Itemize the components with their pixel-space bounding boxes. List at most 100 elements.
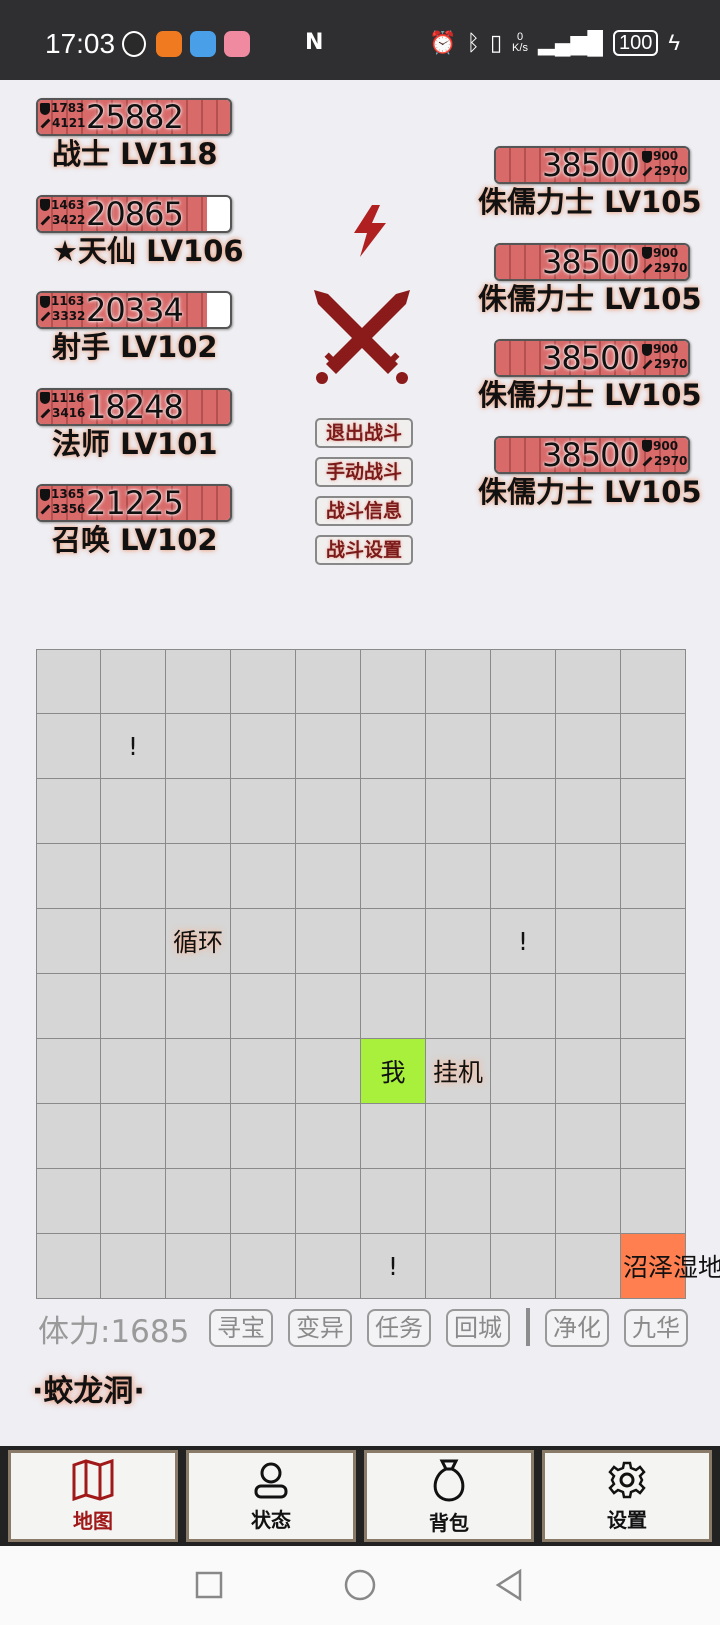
map-cell[interactable]: ! — [361, 1234, 426, 1299]
map-cell[interactable] — [426, 649, 491, 714]
map-cell[interactable] — [36, 974, 101, 1039]
treasure-hunt-button[interactable]: 寻宝 — [209, 1309, 273, 1347]
map-cell[interactable] — [426, 909, 491, 974]
map-cell[interactable] — [361, 844, 426, 909]
map-cell[interactable] — [621, 974, 686, 1039]
tab-bag[interactable]: 背包 — [364, 1450, 534, 1542]
map-cell[interactable] — [296, 909, 361, 974]
map-cell[interactable] — [361, 714, 426, 779]
map-cell[interactable] — [36, 909, 101, 974]
map-cell[interactable] — [621, 844, 686, 909]
map-cell[interactable] — [621, 1104, 686, 1169]
back-icon[interactable] — [494, 1568, 524, 1602]
map-cell[interactable] — [361, 974, 426, 1039]
purify-button[interactable]: 净化 — [545, 1309, 609, 1347]
map-cell[interactable] — [556, 1104, 621, 1169]
map-cell[interactable] — [491, 1039, 556, 1104]
map-cell[interactable] — [296, 1169, 361, 1234]
battle-info-button[interactable]: 战斗信息 — [315, 496, 413, 526]
map-cell[interactable] — [426, 1104, 491, 1169]
map-cell[interactable] — [426, 779, 491, 844]
map-cell[interactable] — [491, 779, 556, 844]
map-cell[interactable] — [231, 1169, 296, 1234]
map-cell[interactable] — [231, 779, 296, 844]
map-cell[interactable] — [101, 779, 166, 844]
map-cell[interactable] — [426, 974, 491, 1039]
map-cell[interactable] — [361, 1169, 426, 1234]
tab-map[interactable]: 地图 — [8, 1450, 178, 1542]
map-cell[interactable] — [166, 779, 231, 844]
manual-battle-button[interactable]: 手动战斗 — [315, 457, 413, 487]
map-cell[interactable] — [296, 1039, 361, 1104]
map-cell[interactable] — [101, 844, 166, 909]
map-cell[interactable] — [621, 779, 686, 844]
map-cell[interactable] — [296, 714, 361, 779]
map-cell[interactable] — [361, 649, 426, 714]
map-cell[interactable] — [231, 1234, 296, 1299]
map-cell[interactable] — [361, 1104, 426, 1169]
map-cell[interactable] — [231, 1104, 296, 1169]
map-cell[interactable] — [36, 1104, 101, 1169]
map-cell[interactable] — [101, 1169, 166, 1234]
map-cell[interactable] — [166, 1169, 231, 1234]
tab-settings[interactable]: 设置 — [542, 1450, 712, 1542]
map-cell[interactable] — [491, 714, 556, 779]
map-cell[interactable] — [621, 909, 686, 974]
map-cell[interactable] — [166, 974, 231, 1039]
map-cell[interactable] — [101, 649, 166, 714]
map-cell[interactable]: ! — [101, 714, 166, 779]
mutation-button[interactable]: 变异 — [288, 1309, 352, 1347]
recents-icon[interactable] — [194, 1570, 224, 1600]
map-cell[interactable] — [166, 1234, 231, 1299]
map-cell[interactable] — [231, 844, 296, 909]
map-cell[interactable] — [36, 1169, 101, 1234]
map-cell[interactable] — [101, 909, 166, 974]
jiuhua-button[interactable]: 九华 — [624, 1309, 688, 1347]
map-cell[interactable] — [36, 1234, 101, 1299]
map-cell[interactable] — [556, 844, 621, 909]
map-cell[interactable] — [556, 1169, 621, 1234]
map-cell[interactable] — [621, 1169, 686, 1234]
map-cell[interactable] — [296, 779, 361, 844]
map-cell[interactable] — [491, 1104, 556, 1169]
map-cell[interactable] — [101, 1234, 166, 1299]
map-cell[interactable]: 我 — [361, 1039, 426, 1104]
map-cell[interactable]: ! — [491, 909, 556, 974]
map-cell[interactable] — [101, 1039, 166, 1104]
map-cell[interactable]: 挂机 — [426, 1039, 491, 1104]
map-cell[interactable] — [36, 714, 101, 779]
map-cell[interactable] — [101, 1104, 166, 1169]
map-cell[interactable] — [556, 779, 621, 844]
exit-battle-button[interactable]: 退出战斗 — [315, 418, 413, 448]
map-cell[interactable] — [231, 714, 296, 779]
map-cell[interactable] — [231, 974, 296, 1039]
map-cell[interactable] — [231, 1039, 296, 1104]
map-cell[interactable] — [426, 1234, 491, 1299]
map-cell[interactable] — [296, 844, 361, 909]
map-cell[interactable] — [36, 779, 101, 844]
map-cell[interactable] — [426, 1169, 491, 1234]
map-cell[interactable]: 沼泽湿地 — [621, 1234, 720, 1299]
map-cell[interactable] — [426, 844, 491, 909]
map-cell[interactable] — [166, 844, 231, 909]
map-cell[interactable] — [361, 779, 426, 844]
home-icon[interactable] — [343, 1568, 377, 1602]
map-cell[interactable] — [36, 844, 101, 909]
map-cell[interactable] — [491, 649, 556, 714]
map-cell[interactable] — [166, 649, 231, 714]
map-cell[interactable] — [556, 714, 621, 779]
battle-settings-button[interactable]: 战斗设置 — [315, 535, 413, 565]
map-cell[interactable] — [491, 974, 556, 1039]
map-cell[interactable] — [361, 909, 426, 974]
tab-status[interactable]: 状态 — [186, 1450, 356, 1542]
map-cell[interactable] — [621, 649, 686, 714]
quest-button[interactable]: 任务 — [367, 1309, 431, 1347]
map-cell[interactable] — [556, 1234, 621, 1299]
map-cell[interactable] — [231, 909, 296, 974]
map-cell[interactable] — [556, 974, 621, 1039]
map-cell[interactable] — [296, 974, 361, 1039]
map-cell[interactable] — [296, 1234, 361, 1299]
map-cell[interactable] — [36, 649, 101, 714]
map-cell[interactable] — [556, 649, 621, 714]
map-cell[interactable] — [36, 1039, 101, 1104]
